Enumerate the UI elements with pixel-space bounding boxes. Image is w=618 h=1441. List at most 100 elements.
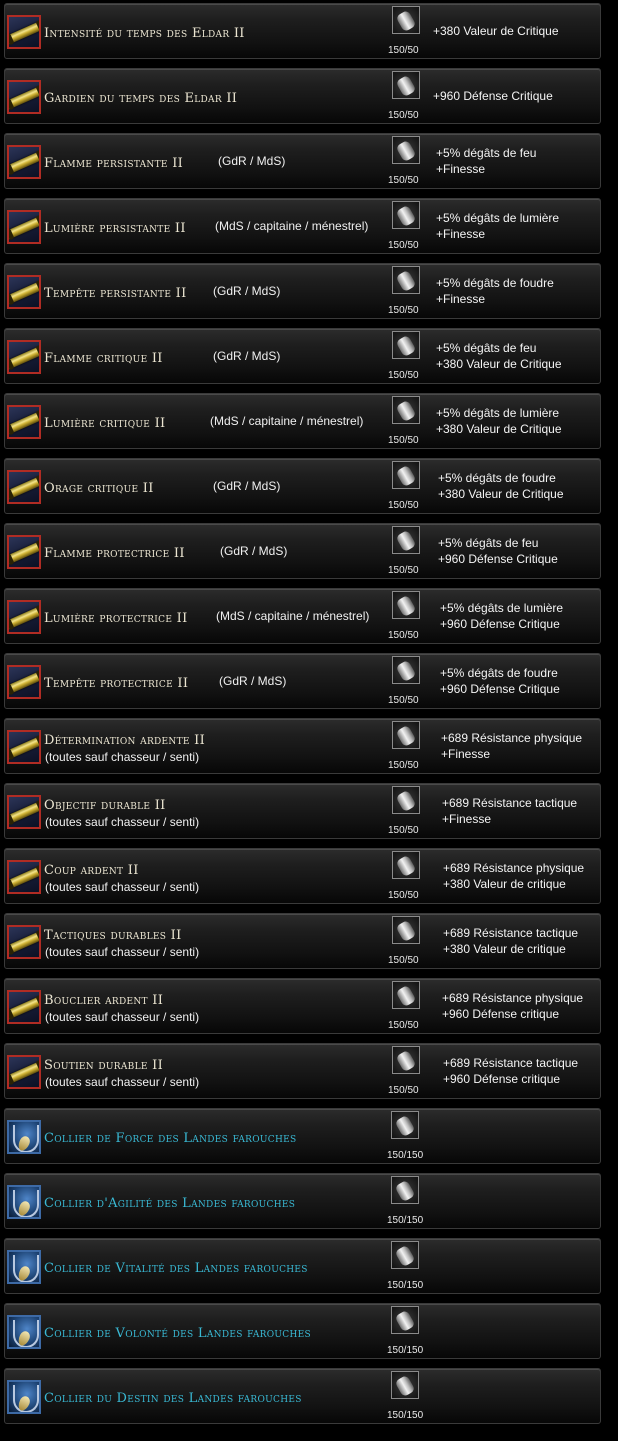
recipe-row[interactable]: Lumière protectrice II (MdS / capitaine /… <box>4 588 601 644</box>
effect-line: +5% dégâts de feu <box>436 146 537 160</box>
ingredient-slot-icon[interactable] <box>392 786 420 814</box>
recipe-row[interactable]: Orage critique II (GdR / MdS) 150/50 +5% dé… <box>4 458 601 514</box>
scroll-icon[interactable] <box>7 340 41 374</box>
scroll-icon[interactable] <box>7 795 41 829</box>
ingredient-slot-icon[interactable] <box>392 201 420 229</box>
ingredient-slot-icon[interactable] <box>392 1046 420 1074</box>
recipe-row[interactable]: Lumière critique II (MdS / capitaine / mé… <box>4 393 601 449</box>
ingredient-slot-icon[interactable] <box>392 591 420 619</box>
ingredient-slot-icon[interactable] <box>391 1111 419 1139</box>
effect-line: +380 Valeur de Critique <box>436 422 562 436</box>
scroll-icon[interactable] <box>7 470 41 504</box>
effect-line: +Finesse <box>441 747 491 761</box>
class-tag: (GdR / MdS) <box>220 544 288 558</box>
ingredient-tube <box>394 1309 416 1333</box>
necklace-icon[interactable] <box>7 1120 41 1154</box>
item-name: Orage critique II <box>44 481 154 496</box>
class-tag: (GdR / MdS) <box>213 349 281 363</box>
scroll-rod <box>9 799 39 826</box>
scroll-icon[interactable] <box>7 990 41 1024</box>
scroll-icon[interactable] <box>7 665 41 699</box>
ingredient-count: 150/50 <box>388 1020 419 1031</box>
recipe-row[interactable]: Collier de Force des Landes farouches 150… <box>4 1108 601 1164</box>
ingredient-slot-icon[interactable] <box>392 721 420 749</box>
effect-line: +Finesse <box>436 292 486 306</box>
class-tag: (MdS / capitaine / ménestrel) <box>210 414 364 428</box>
recipe-row[interactable]: Collier du Destin des Landes farouches 15… <box>4 1368 601 1424</box>
item-name: Détermination ardente II <box>44 733 206 748</box>
ingredient-slot-icon[interactable] <box>392 981 420 1009</box>
scroll-icon[interactable] <box>7 80 41 114</box>
ingredient-count: 150/50 <box>388 890 419 901</box>
ingredient-tube <box>395 789 417 813</box>
effect-line: +960 Défense Critique <box>438 552 558 566</box>
ingredient-slot-icon[interactable] <box>392 656 420 684</box>
recipe-row[interactable]: Collier de Volonté des Landes farouches 1… <box>4 1303 601 1359</box>
scroll-icon[interactable] <box>7 145 41 179</box>
recipe-row[interactable]: Bouclier ardent II (toutes sauf chasseur … <box>4 978 601 1034</box>
scroll-icon[interactable] <box>7 15 41 49</box>
scroll-rod <box>9 19 39 46</box>
ingredient-slot-icon[interactable] <box>392 851 420 879</box>
scroll-icon[interactable] <box>7 275 41 309</box>
effect-line: +960 Défense critique <box>443 1072 561 1086</box>
recipe-row[interactable]: Collier d'Agilité des Landes farouches 15… <box>4 1173 601 1229</box>
recipe-row[interactable]: Tactiques durables II (toutes sauf chasse… <box>4 913 601 969</box>
ingredient-slot-icon[interactable] <box>392 136 420 164</box>
recipe-row[interactable]: Coup ardent II (toutes sauf chasseur / se… <box>4 848 601 904</box>
scroll-rod <box>9 994 39 1021</box>
recipe-row[interactable]: Objectif durable II (toutes sauf chasseur… <box>4 783 601 839</box>
ingredient-slot-icon[interactable] <box>392 916 420 944</box>
scroll-icon[interactable] <box>7 600 41 634</box>
recipe-row[interactable]: Tempête persistante II (GdR / MdS) 150/50 +… <box>4 263 601 319</box>
ingredient-count: 150/150 <box>387 1410 424 1421</box>
necklace-icon[interactable] <box>7 1315 41 1349</box>
ingredient-slot-icon[interactable] <box>392 526 420 554</box>
scroll-rod <box>9 929 39 956</box>
recipe-row[interactable]: Soutien durable II (toutes sauf chasseur … <box>4 1043 601 1099</box>
ingredient-slot-icon[interactable] <box>391 1306 419 1334</box>
ingredient-slot-icon[interactable] <box>392 71 420 99</box>
item-name: Tactiques durables II <box>44 928 182 943</box>
recipe-row[interactable]: Collier de Vitalité des Landes farouches… <box>4 1238 601 1294</box>
ingredient-slot-icon[interactable] <box>392 6 420 34</box>
recipe-row[interactable]: Flamme critique II (GdR / MdS) 150/50 +5% d… <box>4 328 601 384</box>
recipe-row[interactable]: Flamme protectrice II (GdR / MdS) 150/50 +5… <box>4 523 601 579</box>
item-name: Collier de Force des Landes farouches <box>44 1131 297 1146</box>
recipe-row[interactable]: Intensité du temps des Eldar II 150/50 +38… <box>4 3 601 59</box>
necklace-icon[interactable] <box>7 1185 41 1219</box>
class-restriction: (toutes sauf chasseur / senti) <box>45 880 200 894</box>
ingredient-count: 150/50 <box>388 435 419 446</box>
scroll-icon[interactable] <box>7 1055 41 1089</box>
recipe-row[interactable]: Détermination ardente II (toutes sauf cha… <box>4 718 601 774</box>
ingredient-slot-icon[interactable] <box>391 1371 419 1399</box>
necklace-icon[interactable] <box>7 1250 41 1284</box>
recipe-row[interactable]: Tempête protectrice II (GdR / MdS) 150/50 +… <box>4 653 601 709</box>
item-name: Flamme critique II <box>44 351 163 366</box>
class-tag: (MdS / capitaine / ménestrel) <box>215 219 369 233</box>
scroll-icon[interactable] <box>7 860 41 894</box>
necklace-icon[interactable] <box>7 1380 41 1414</box>
scroll-icon[interactable] <box>7 535 41 569</box>
ingredient-slot-icon[interactable] <box>392 461 420 489</box>
recipe-row[interactable]: Lumière persistante II (MdS / capitaine /… <box>4 198 601 254</box>
ingredient-tube <box>394 1179 416 1203</box>
ingredient-slot-icon[interactable] <box>392 396 420 424</box>
scroll-rod <box>9 474 39 501</box>
ingredient-slot-icon[interactable] <box>391 1241 419 1269</box>
scroll-icon[interactable] <box>7 210 41 244</box>
effect-line: +689 Résistance tactique <box>442 796 578 810</box>
ingredient-count: 150/50 <box>388 240 419 251</box>
ingredient-slot-icon[interactable] <box>391 1176 419 1204</box>
ingredient-slot-icon[interactable] <box>392 266 420 294</box>
scroll-rod <box>9 864 39 891</box>
ingredient-count: 150/50 <box>388 1085 419 1096</box>
recipe-row[interactable]: Flamme persistante II (GdR / MdS) 150/50 +5… <box>4 133 601 189</box>
ingredient-slot-icon[interactable] <box>392 331 420 359</box>
scroll-icon[interactable] <box>7 730 41 764</box>
recipe-row[interactable]: Gardien du temps des Eldar II 150/50 +960 … <box>4 68 601 124</box>
scroll-icon[interactable] <box>7 925 41 959</box>
effect-line: +5% dégâts de foudre <box>440 666 558 680</box>
scroll-icon[interactable] <box>7 405 41 439</box>
effect-line: +960 Défense critique <box>442 1007 560 1021</box>
